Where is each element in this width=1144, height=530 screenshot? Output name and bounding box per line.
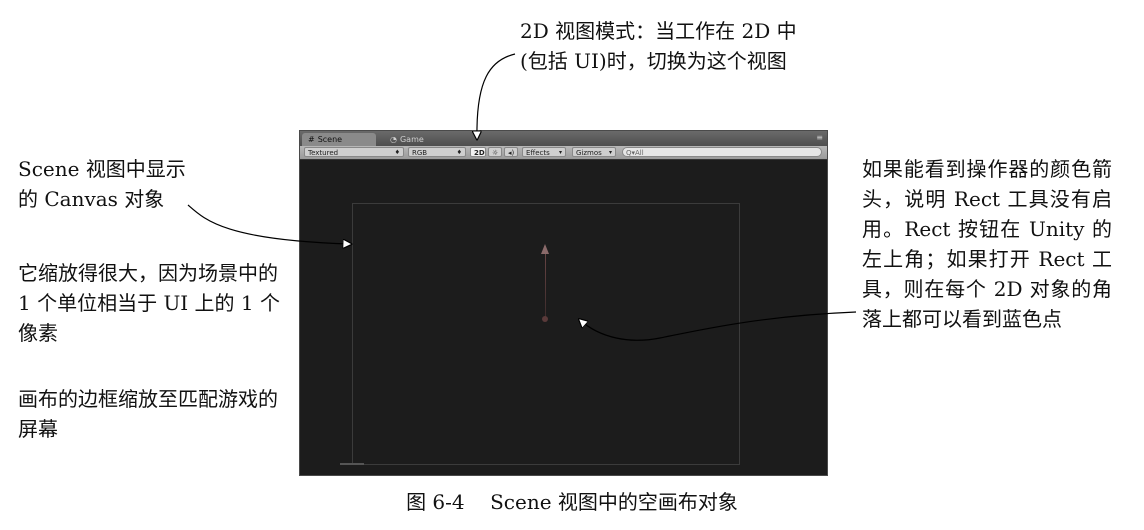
shading-mode-value: Textured [308, 149, 339, 157]
chevron-down-icon: ♦ [456, 149, 462, 156]
annotation-canvas-line1: Scene 视图中显示 [18, 157, 186, 181]
tab-game[interactable]: ◔ Game [384, 133, 456, 146]
shading-mode-dropdown[interactable]: Textured ♦ [304, 147, 404, 157]
scene-view-window: # Scene ◔ Game ≡ Textured ♦ RGB ♦ 2D ☼ ◂) Ef… [299, 130, 828, 476]
hierarchy-search-input[interactable]: Q▾All [622, 147, 822, 157]
gizmo-arrow-icon[interactable] [541, 244, 549, 254]
gizmos-label: Gizmos [576, 149, 602, 157]
scene-viewport[interactable] [300, 160, 827, 475]
2d-mode-button[interactable]: 2D [470, 147, 486, 157]
move-gizmo-y-axis[interactable] [545, 248, 546, 320]
chevron-down-icon: ♦ [394, 149, 400, 156]
gizmos-dropdown[interactable]: Gizmos ▾ [572, 147, 616, 157]
figure-caption: 图 6-4 Scene 视图中的空画布对象 [0, 488, 1144, 516]
render-mode-dropdown[interactable]: RGB ♦ [408, 147, 466, 157]
annotation-scale: 它缩放得很大，因为场景中的 1 个单位相当于 UI 上的 1 个像素 [18, 261, 280, 345]
chevron-down-icon: ▾ [558, 149, 562, 156]
effects-label: Effects [526, 149, 550, 157]
canvas-border [352, 203, 740, 465]
speaker-icon: ◂) [508, 149, 515, 157]
sun-icon: ☼ [492, 149, 499, 157]
annotation-border: 画布的边框缩放至匹配游戏的屏幕 [18, 387, 278, 441]
game-pacman-icon: ◔ [390, 135, 397, 144]
scene-lighting-button[interactable]: ☼ [488, 147, 502, 157]
annotation-2d-mode-line2: (包括 UI)时，切换为这个视图 [520, 49, 787, 73]
scene-audio-button[interactable]: ◂) [504, 147, 518, 157]
annotation-2d-mode-line1: 2D 视图模式：当工作在 2D 中 [520, 19, 797, 43]
tab-scene-label: Scene [317, 135, 343, 144]
chevron-down-icon: ▾ [608, 149, 612, 156]
effects-dropdown[interactable]: Effects ▾ [522, 147, 566, 157]
scene-toolbar: Textured ♦ RGB ♦ 2D ☼ ◂) Effects ▾ Gizmos ▾ … [300, 146, 827, 160]
tab-scene[interactable]: # Scene [302, 133, 376, 146]
annotation-canvas-object: Scene 视图中显示 的 Canvas 对象 [18, 154, 280, 214]
annotation-canvas-line2: 的 Canvas 对象 [18, 187, 165, 211]
annotation-2d-mode: 2D 视图模式：当工作在 2D 中 (包括 UI)时，切换为这个视图 [520, 16, 880, 76]
gizmo-center-handle[interactable] [542, 316, 548, 322]
pane-menu-icon[interactable]: ≡ [816, 133, 823, 142]
figure-number: 图 6-4 [406, 490, 465, 514]
scene-hash-icon: # [308, 135, 315, 144]
canvas-corner-marker [340, 463, 364, 465]
figure-title: Scene 视图中的空画布对象 [490, 490, 738, 514]
leader-2d-mode [477, 53, 516, 138]
render-mode-value: RGB [412, 149, 428, 157]
tab-game-label: Game [399, 135, 424, 144]
annotation-rect-tool: 如果能看到操作器的颜色箭头，说明 Rect 工具没有启用。Rect 按钮在 Un… [862, 157, 1112, 331]
tab-bar: # Scene ◔ Game ≡ [300, 131, 827, 147]
